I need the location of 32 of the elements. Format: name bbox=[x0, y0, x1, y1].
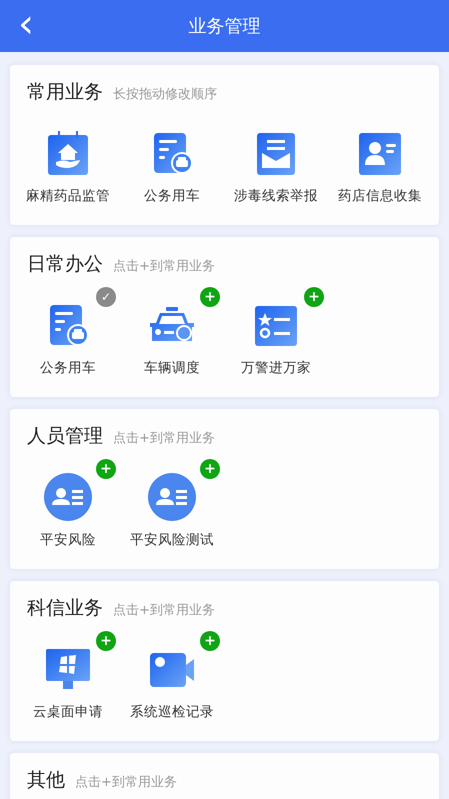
item-label: 涉毒线索举报 bbox=[234, 187, 318, 205]
added-badge[interactable]: ✓ bbox=[96, 287, 116, 307]
item-label: 公务用车 bbox=[144, 187, 200, 205]
item-label: 车辆调度 bbox=[144, 359, 200, 377]
add-badge[interactable]: + bbox=[200, 287, 220, 307]
add-badge[interactable]: + bbox=[96, 631, 116, 651]
section-title: 其他 bbox=[27, 768, 65, 793]
section-title: 人员管理 bbox=[27, 424, 103, 449]
section-title: 日常办公 bbox=[27, 252, 103, 277]
section-hint: 点击+到常用业务 bbox=[113, 258, 215, 275]
person-card-icon[interactable] bbox=[148, 473, 196, 521]
page-title: 业务管理 bbox=[188, 15, 260, 38]
section-title: 常用业务 bbox=[27, 80, 103, 105]
item-label: 云桌面申请 bbox=[33, 703, 103, 721]
item-label: 系统巡检记录 bbox=[130, 703, 214, 721]
item-label: 平安风险测试 bbox=[130, 531, 214, 549]
item-label: 公务用车 bbox=[40, 359, 96, 377]
item-label: 麻精药品监管 bbox=[26, 187, 110, 205]
add-badge[interactable]: + bbox=[96, 459, 116, 479]
item-label: 药店信息收集 bbox=[338, 187, 422, 205]
section-title: 科信业务 bbox=[27, 596, 103, 621]
add-badge[interactable]: + bbox=[200, 459, 220, 479]
back-button[interactable]: ‹ bbox=[10, 6, 42, 42]
item-label: 平安风险 bbox=[40, 531, 96, 549]
section-hint: 点击+到常用业务 bbox=[113, 602, 215, 619]
add-badge[interactable]: + bbox=[200, 631, 220, 651]
section-hint: 长按拖动修改顺序 bbox=[113, 86, 217, 103]
item-label: 万警进万家 bbox=[241, 359, 311, 377]
section-hint: 点击+到常用业务 bbox=[75, 774, 177, 791]
person-card-icon[interactable] bbox=[44, 473, 92, 521]
section-hint: 点击+到常用业务 bbox=[113, 430, 215, 447]
add-badge[interactable]: + bbox=[304, 287, 324, 307]
